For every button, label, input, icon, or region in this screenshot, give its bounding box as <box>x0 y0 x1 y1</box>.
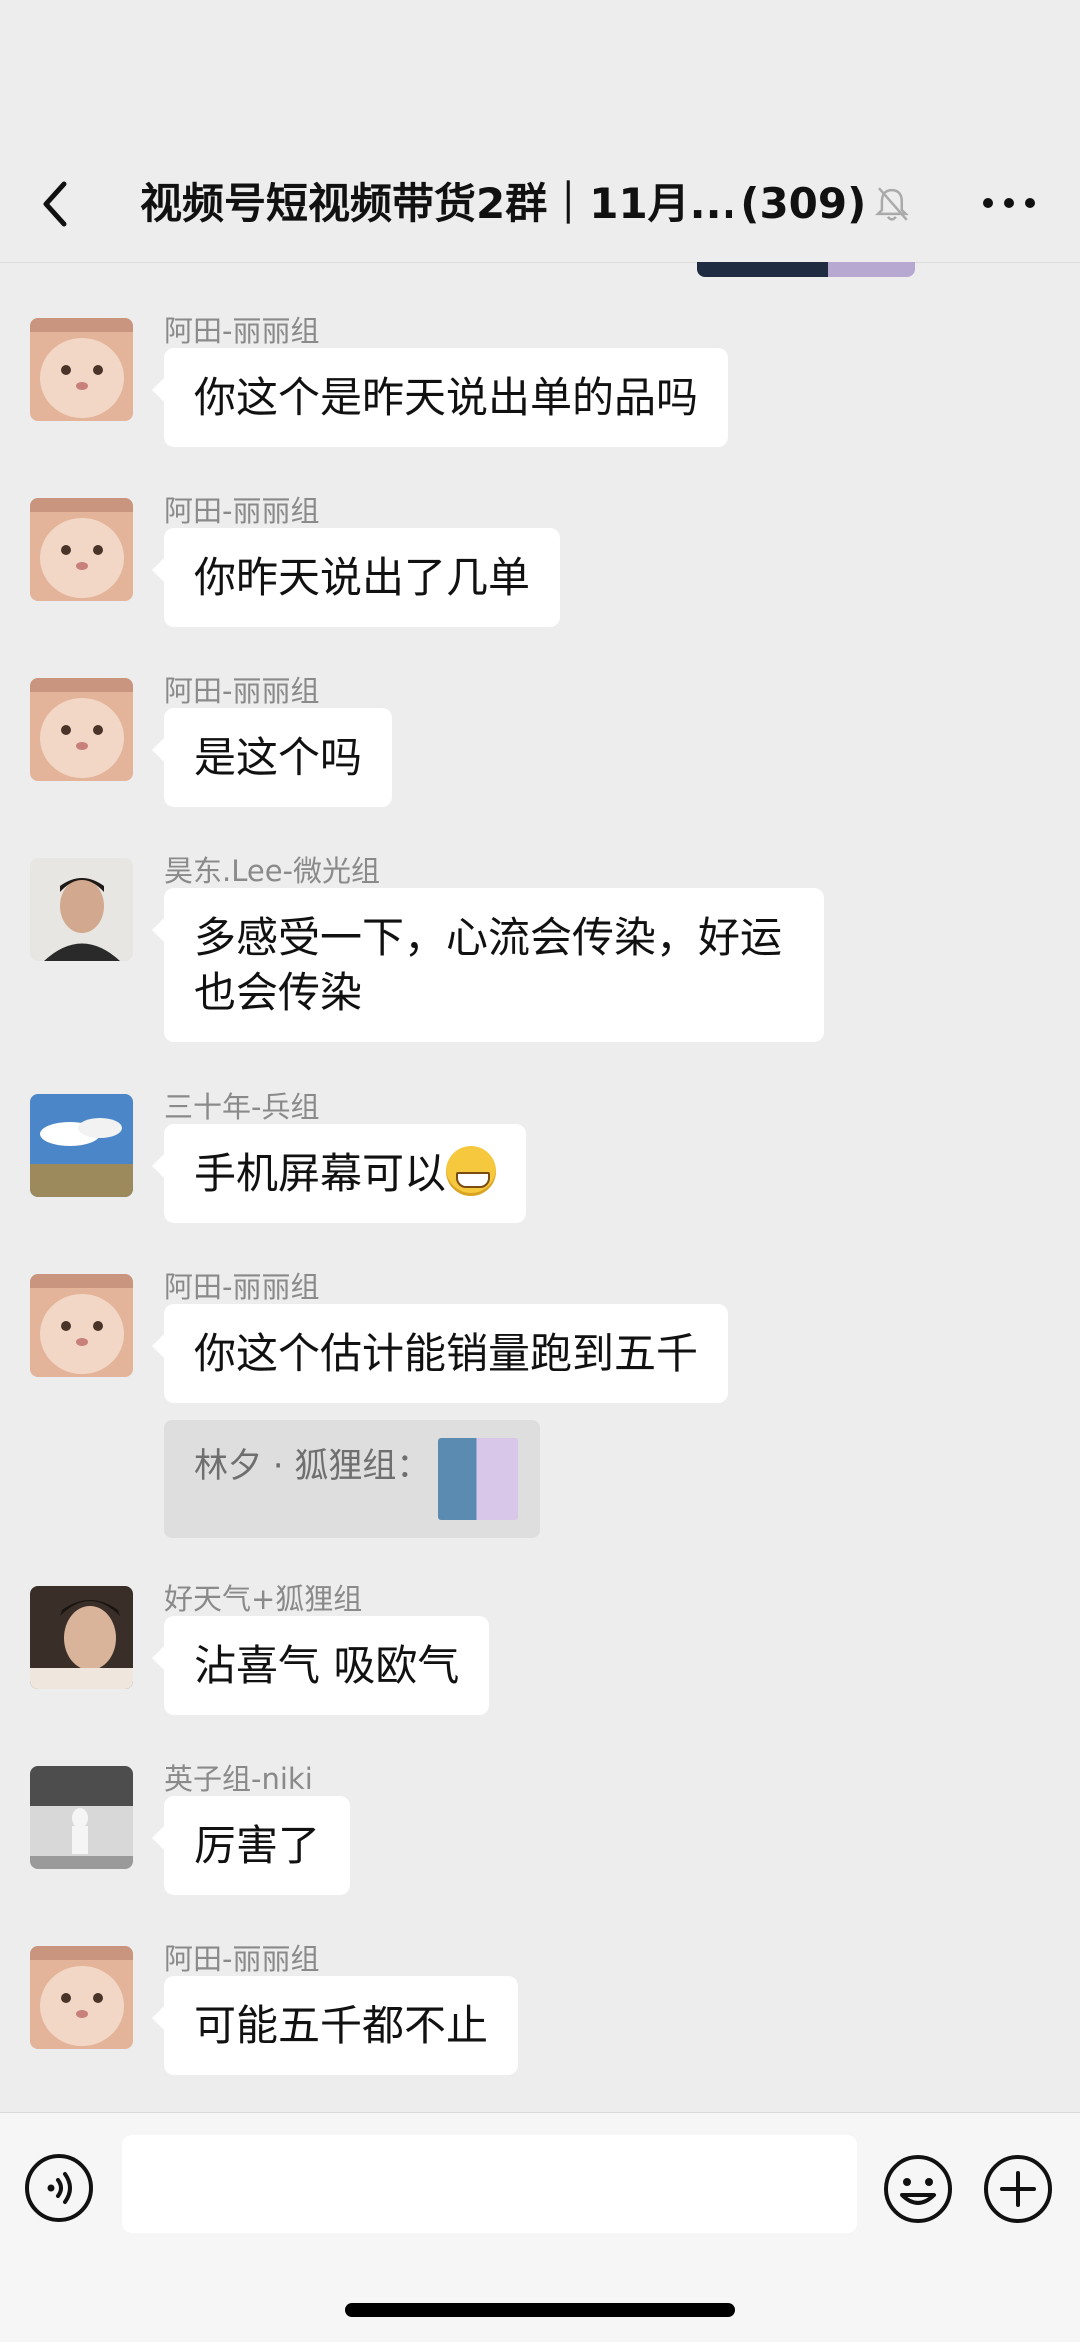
sender-name: 阿田-丽丽组 <box>164 494 320 528</box>
message-input[interactable] <box>122 2135 857 2233</box>
quote-image-thumbnail <box>438 1438 518 1520</box>
grinning-face-emoji <box>446 1146 497 1196</box>
quote-text: 林夕 · 狐狸组： <box>194 1446 431 1486</box>
emoji-button[interactable] <box>882 2153 954 2225</box>
sender-name: 好天气+狐狸组 <box>164 1582 363 1616</box>
sender-name: 阿田-丽丽组 <box>164 674 320 708</box>
emoji-icon <box>884 2155 952 2223</box>
message-bubble[interactable]: 你这个是昨天说出单的品吗 <box>151 348 729 447</box>
message-bubble[interactable]: 厉害了 <box>151 1796 351 1895</box>
quoted-message[interactable]: 林夕 · 狐狸组： <box>164 1420 540 1538</box>
message-bubble[interactable]: 可能五千都不止 <box>151 1976 519 2075</box>
cat-avatar[interactable] <box>30 1274 133 1377</box>
sky-avatar[interactable] <box>30 1094 133 1197</box>
person-avatar[interactable] <box>30 858 133 961</box>
sender-name: 阿田-丽丽组 <box>164 314 320 348</box>
message-bubble[interactable]: 多感受一下，心流会传染，好运也会传染 <box>152 888 824 1042</box>
cat-avatar[interactable] <box>30 1946 133 2049</box>
portrait-avatar[interactable] <box>30 1586 133 1689</box>
bell-off-icon <box>875 187 910 221</box>
cat-avatar[interactable] <box>30 678 133 781</box>
more-button[interactable] <box>978 178 1040 228</box>
more-dots-icon <box>983 198 1035 208</box>
image-message-thumbnail[interactable] <box>697 262 915 277</box>
voice-button[interactable] <box>24 2153 94 2223</box>
plus-button[interactable] <box>982 2153 1054 2225</box>
cat-avatar[interactable] <box>30 318 133 421</box>
sender-name: 阿田-丽丽组 <box>164 1270 320 1304</box>
message-bubble[interactable]: 你这个估计能销量跑到五千 <box>151 1304 729 1403</box>
message-bubble[interactable]: 手机屏幕可以 <box>151 1124 527 1223</box>
message-bubble[interactable]: 是这个吗 <box>151 708 393 807</box>
back-button[interactable] <box>28 172 84 236</box>
home-indicator[interactable] <box>345 2303 735 2317</box>
chat-title[interactable]: 视频号短视频带货2群｜11月... (309) <box>140 176 910 232</box>
bw-photo-avatar[interactable] <box>30 1766 133 1869</box>
cat-avatar[interactable] <box>30 498 133 601</box>
message-text: 手机屏幕可以 <box>194 1149 447 1198</box>
sender-name: 阿田-丽丽组 <box>164 1942 320 1976</box>
message-bubble[interactable]: 你昨天说出了几单 <box>151 528 561 627</box>
sender-name: 昊东.Lee-微光组 <box>164 854 381 888</box>
voice-icon <box>25 2154 93 2222</box>
chat-header: 视频号短视频带货2群｜11月... (309) <box>0 0 1080 263</box>
message-bubble[interactable]: 沾喜气 吸欧气 <box>151 1616 490 1715</box>
chevron-left-icon <box>43 181 67 227</box>
sender-name: 英子组-niki <box>164 1762 313 1796</box>
group-name: 视频号短视频带货2群｜11月... <box>140 179 733 228</box>
message-list[interactable]: 阿田-丽丽组 你这个是昨天说出单的品吗 阿田-丽丽组 你昨天说出了几单 阿田-丽… <box>0 262 1080 2112</box>
plus-icon <box>984 2155 1052 2223</box>
member-count: (309) <box>740 179 867 228</box>
sender-name: 三十年-兵组 <box>164 1090 320 1124</box>
